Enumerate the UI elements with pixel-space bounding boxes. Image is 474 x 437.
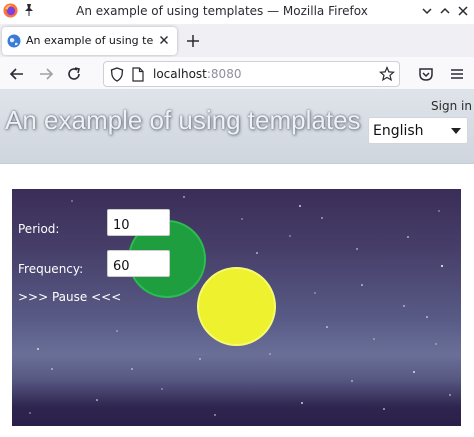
- address-bar[interactable]: localhost:8080: [103, 61, 400, 87]
- shield-icon[interactable]: [110, 67, 124, 82]
- globe-icon: [7, 34, 21, 48]
- url-host: localhost: [153, 67, 207, 81]
- close-window-icon[interactable]: [455, 3, 471, 19]
- language-value: English: [373, 123, 424, 139]
- language-select[interactable]: English: [368, 117, 468, 144]
- reload-icon[interactable]: [65, 65, 83, 83]
- back-arrow-icon[interactable]: [8, 65, 26, 83]
- minimize-icon[interactable]: [419, 3, 435, 19]
- navigation-toolbar: localhost:8080: [0, 57, 474, 90]
- close-tab-icon[interactable]: [157, 33, 171, 47]
- pause-button[interactable]: >>> Pause <<<: [18, 290, 121, 304]
- page-info-icon[interactable]: [132, 67, 144, 82]
- page-header: An example of using templates Sign in En…: [0, 90, 474, 164]
- frequency-label: Frequency:: [18, 262, 84, 276]
- period-input[interactable]: [107, 209, 170, 236]
- firefox-logo-icon: [3, 3, 18, 18]
- tab-strip: An example of using templates: [0, 24, 474, 57]
- animation-canvas: Period: Frequency: >>> Pause <<<: [12, 189, 461, 426]
- pin-icon[interactable]: [23, 3, 35, 17]
- bookmark-star-icon[interactable]: [379, 66, 395, 82]
- sign-in-link[interactable]: Sign in: [431, 99, 472, 113]
- yellow-ball: [197, 267, 276, 346]
- forward-arrow-icon[interactable]: [37, 65, 55, 83]
- site-title: An example of using templates: [5, 105, 361, 135]
- dropdown-caret-icon: [451, 128, 461, 134]
- tab-title: An example of using templates: [26, 34, 154, 47]
- new-tab-icon[interactable]: [185, 33, 201, 49]
- window-title: An example of using templates — Mozilla …: [76, 4, 368, 18]
- url-text[interactable]: localhost:8080: [153, 67, 241, 81]
- url-port: :8080: [206, 67, 242, 81]
- period-label: Period:: [18, 222, 60, 236]
- window-titlebar: An example of using templates — Mozilla …: [0, 0, 474, 24]
- frequency-input[interactable]: [107, 250, 170, 277]
- maximize-icon[interactable]: [437, 3, 453, 19]
- tab-active[interactable]: An example of using templates: [2, 27, 177, 55]
- pocket-icon[interactable]: [417, 65, 435, 83]
- menu-icon[interactable]: [448, 65, 466, 83]
